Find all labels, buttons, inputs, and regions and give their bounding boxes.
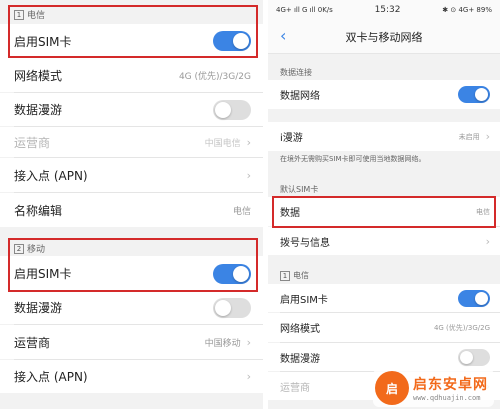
dial-label: 拨号与信息 (280, 237, 330, 249)
sim2-data-roaming-row[interactable]: 数据漫游 (0, 291, 263, 324)
data-sim-label: 数据 (280, 208, 300, 219)
title-bar: ‹ 双卡与移动网络 (268, 20, 500, 54)
watermark-title: 启东安卓网 (413, 377, 488, 393)
toggle-knob (475, 88, 488, 101)
enable-sim-row[interactable]: 启用SIM卡 (268, 284, 500, 312)
sim2-enable-row[interactable]: 启用SIM卡 (0, 256, 263, 291)
chevron-right-icon: › (485, 130, 490, 143)
data-roaming-label: 数据漫游 (14, 301, 63, 315)
left-settings-panel: 1 电信 启用SIM卡 网络模式 4G (优先)/3G/2G 数据漫游 运营商 … (0, 0, 263, 409)
sim1-enable-toggle[interactable] (213, 31, 251, 51)
sim2-section-title: 移动 (27, 245, 46, 255)
sim1-apn-row[interactable]: 接入点 (APN) › (0, 158, 263, 192)
sim2-enable-label: 启用SIM卡 (14, 267, 72, 281)
chevron-right-icon: › (246, 370, 251, 383)
sim1-name-edit-row[interactable]: 名称编辑 电信 (0, 193, 263, 227)
sim2-data-roaming-toggle[interactable] (213, 297, 251, 318)
carrier-value: 中国电信 › (205, 136, 251, 149)
iroaming-label: i漫游 (280, 133, 303, 144)
iroaming-row[interactable]: i漫游 未启用 › (268, 122, 500, 151)
carrier-value-text: 中国移动 (204, 338, 241, 349)
dial-and-messages-row[interactable]: 拨号与信息 › (268, 227, 500, 255)
enable-sim-label: 启用SIM卡 (280, 294, 328, 306)
sim1-enable-label: 启用SIM卡 (14, 34, 72, 49)
network-mode-row[interactable]: 网络模式 4G (优先)/3G/2G (268, 313, 500, 342)
enable-sim-toggle[interactable] (458, 289, 490, 307)
back-arrow-icon[interactable]: ‹ (280, 26, 286, 45)
network-mode-value: 4G (优先)/3G/2G (178, 71, 251, 82)
sim1-section-title: 电信 (27, 11, 46, 21)
sim1-section-header: 1 电信 (280, 270, 500, 281)
sim1-section-header: 1 电信 (14, 8, 263, 21)
data-connection-header: 数据连接 (280, 68, 312, 77)
sim1-enable-row[interactable]: 启用SIM卡 (0, 24, 263, 58)
mobile-data-row[interactable]: 数据网络 (268, 80, 500, 109)
sim2-section-header: 2 移动 (14, 242, 263, 255)
name-edit-label: 名称编辑 (14, 203, 63, 218)
signal-status-left: 4G+ ıll G ıll 0K/s (276, 6, 333, 14)
status-bar: 4G+ ıll G ıll 0K/s 15:32 ✱ ⊙ 4G+ 89% (268, 0, 500, 20)
chevron-right-icon: › (246, 168, 251, 182)
chevron-right-icon: › (246, 135, 251, 149)
data-roaming-toggle[interactable] (458, 348, 490, 366)
iroaming-note: 在境外无需购买SIM卡即可使用当地数据网络。 (280, 155, 426, 163)
mobile-data-label: 数据网络 (280, 91, 320, 102)
watermark-logo-icon: 启 (375, 371, 409, 405)
default-sim-header: 默认SIM卡 (280, 185, 319, 194)
sim1-badge: 1 (14, 9, 24, 20)
sim2-enable-toggle[interactable] (213, 263, 251, 284)
toggle-knob (460, 350, 473, 364)
chevron-right-icon: › (246, 335, 251, 349)
data-roaming-label: 数据漫游 (280, 353, 320, 365)
carrier-value-text: 中国电信 (204, 138, 241, 149)
toggle-knob (233, 33, 249, 49)
status-time: 15:32 (374, 5, 401, 15)
mobile-data-toggle[interactable] (458, 86, 490, 103)
watermark-url: www.qdhuajin.com (413, 394, 481, 402)
sim1-section-title: 电信 (293, 271, 309, 280)
network-mode-value: 4G (优先)/3G/2G (433, 323, 490, 332)
toggle-knob (215, 101, 231, 118)
iroaming-value-text: 未启用 (458, 132, 480, 141)
sim2-badge: 2 (14, 243, 24, 254)
sim1-network-mode-row[interactable]: 网络模式 4G (优先)/3G/2G (0, 58, 263, 92)
carrier-value: 中国移动 › (205, 336, 251, 349)
toggle-knob (475, 291, 488, 305)
data-roaming-row[interactable]: 数据漫游 (268, 343, 500, 371)
sim1-data-roaming-row[interactable]: 数据漫游 (0, 93, 263, 126)
default-data-sim-row[interactable]: 数据 电信 (268, 197, 500, 226)
right-settings-panel: 4G+ ıll G ıll 0K/s 15:32 ✱ ⊙ 4G+ 89% ‹ 双… (268, 0, 500, 409)
network-mode-label: 网络模式 (280, 324, 320, 335)
data-sim-value: 电信 (476, 207, 490, 216)
carrier-label: 运营商 (14, 135, 51, 150)
page-title: 双卡与移动网络 (345, 30, 423, 44)
watermark-text: 启东安卓网 www.qdhuajin.com (413, 374, 488, 402)
sim2-carrier-row[interactable]: 运营商 中国移动 › (0, 325, 263, 359)
apn-label: 接入点 (APN) (14, 168, 88, 183)
apn-label: 接入点 (APN) (14, 370, 88, 384)
toggle-knob (215, 299, 231, 316)
data-roaming-label: 数据漫游 (14, 103, 63, 117)
toggle-knob (233, 265, 249, 282)
sim1-carrier-row[interactable]: 运营商 中国电信 › (0, 127, 263, 157)
signal-status-right: ✱ ⊙ 4G+ 89% (442, 6, 492, 14)
carrier-label: 运营商 (14, 335, 51, 350)
sim1-badge: 1 (280, 270, 290, 281)
sim1-data-roaming-toggle[interactable] (213, 99, 251, 120)
carrier-label: 运营商 (280, 382, 310, 394)
name-edit-value: 电信 (232, 206, 251, 217)
chevron-right-icon: › (485, 234, 490, 248)
network-mode-label: 网络模式 (14, 68, 63, 83)
iroaming-value: 未启用 › (459, 130, 490, 143)
sim2-apn-row[interactable]: 接入点 (APN) › (0, 360, 263, 393)
watermark: 启 启东安卓网 www.qdhuajin.com (373, 369, 494, 407)
